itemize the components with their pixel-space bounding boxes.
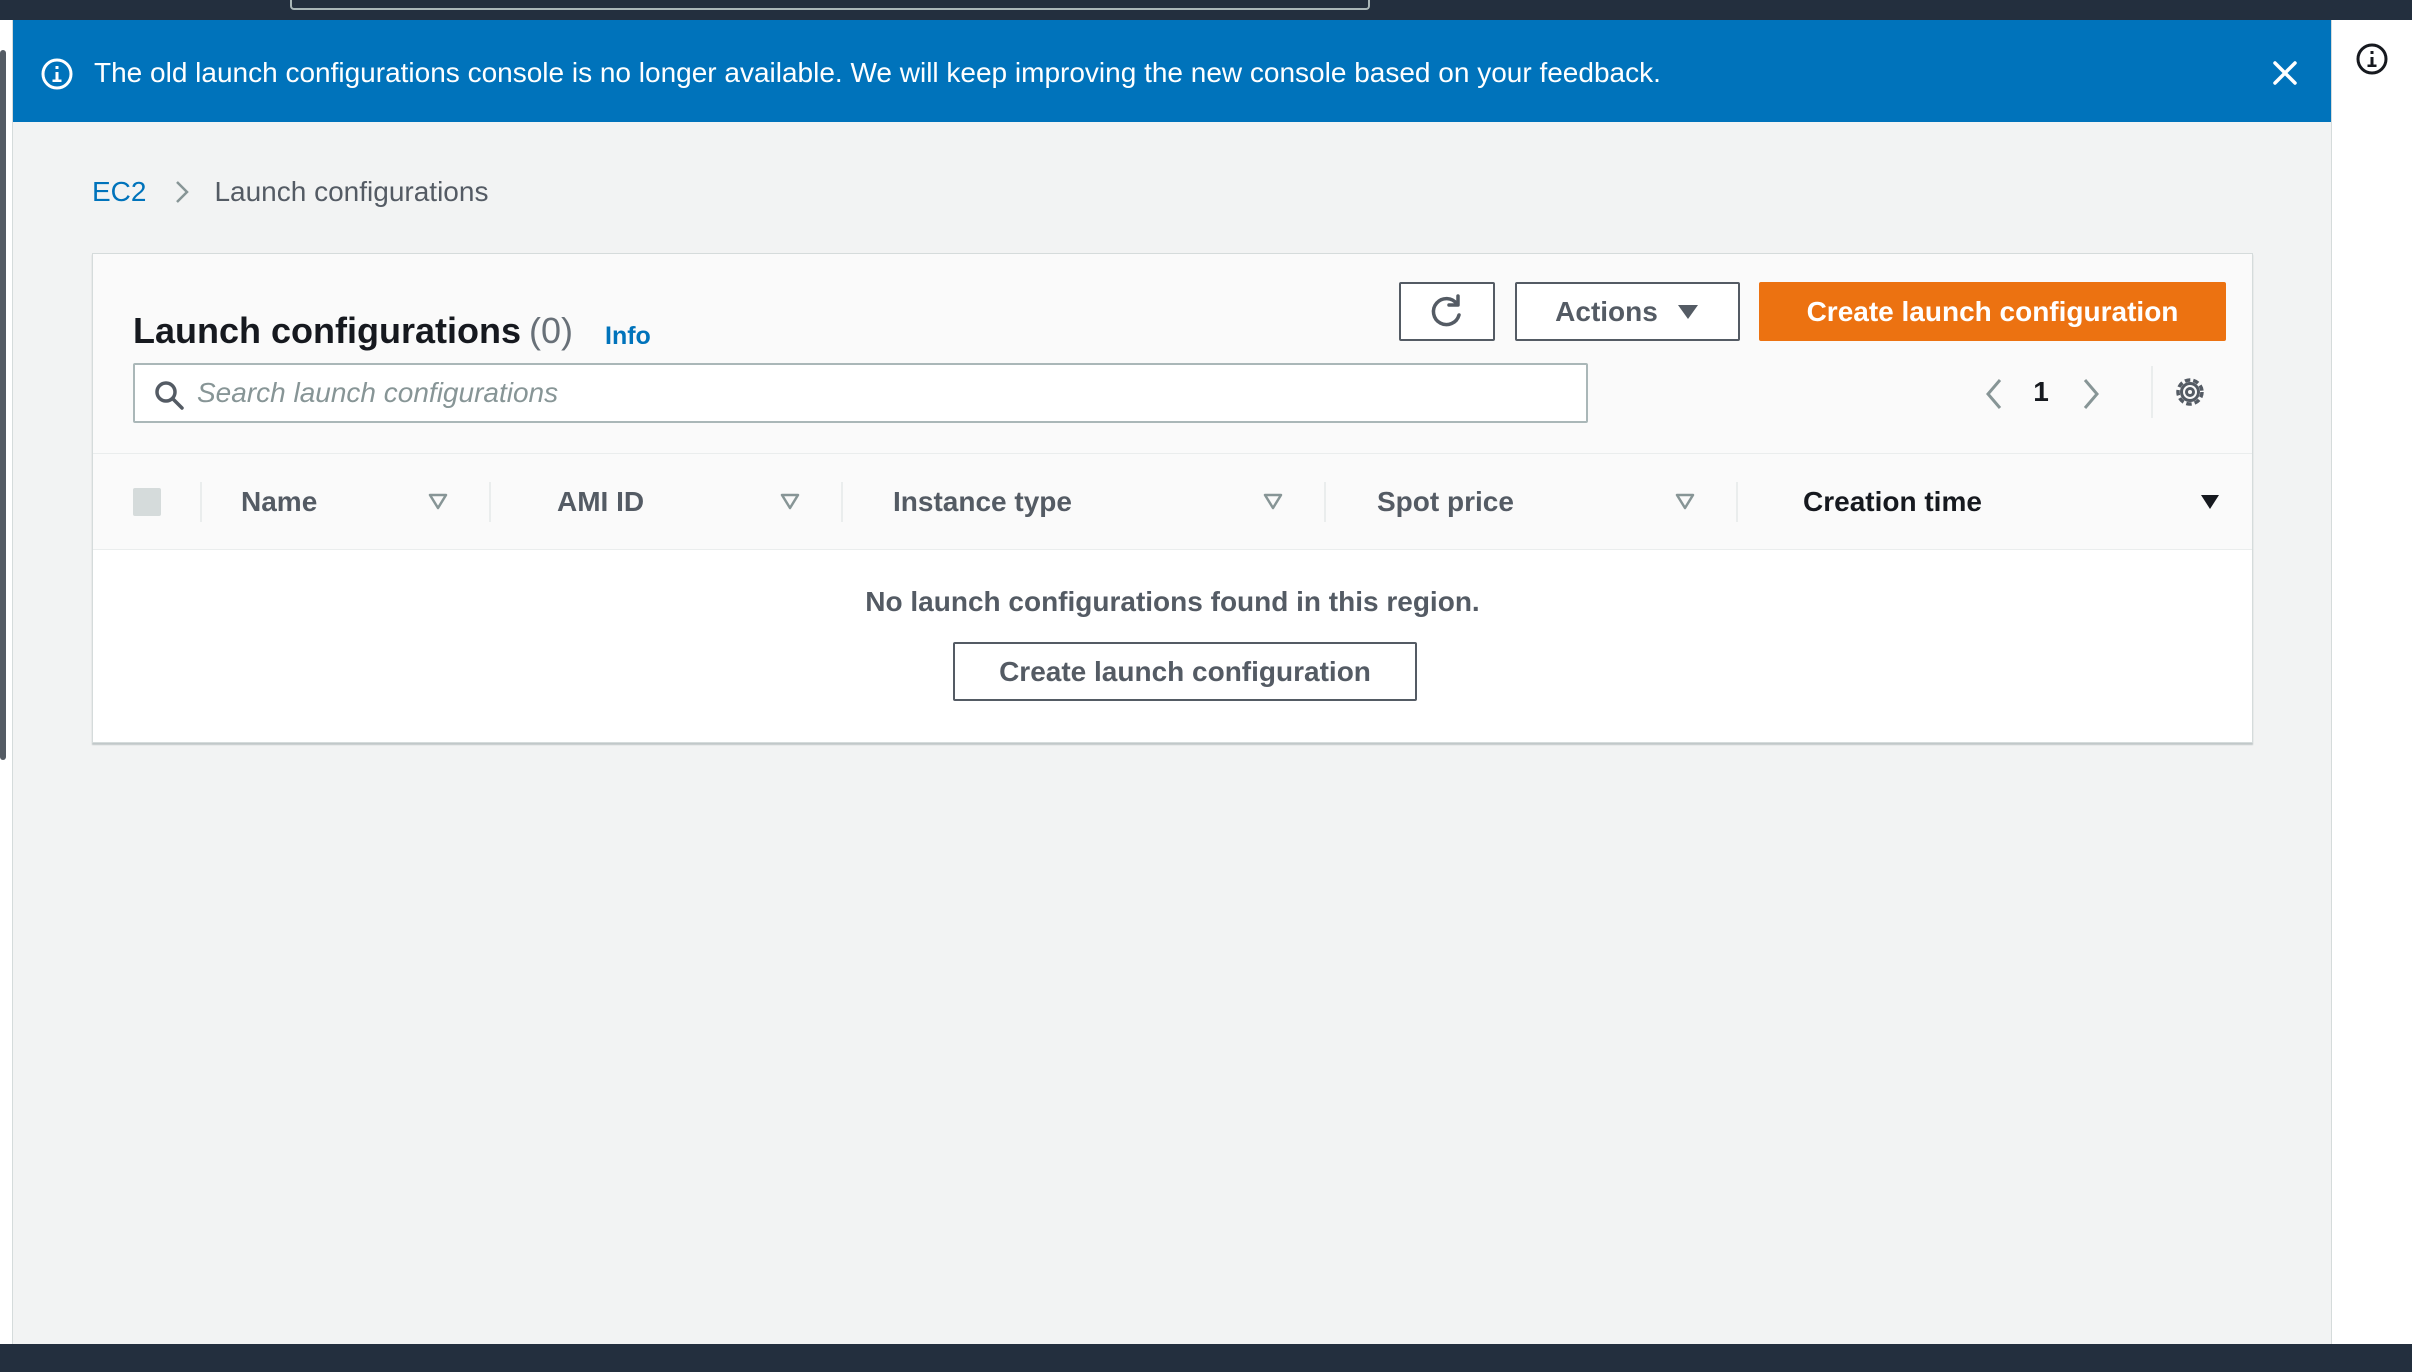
column-header-label: AMI ID: [557, 486, 645, 517]
table-header-row: Name AMI ID Instance type Spot price Cre…: [93, 454, 2252, 550]
help-panel-rail: [2331, 20, 2412, 1344]
banner-message: The old launch configurations console is…: [94, 57, 1661, 88]
sort-descending-icon: [2201, 495, 2219, 509]
column-header-spot-price[interactable]: Spot price: [1377, 454, 1696, 550]
sort-icon: [780, 493, 800, 510]
breadcrumb-ec2-link[interactable]: EC2: [92, 176, 146, 208]
close-icon[interactable]: [2266, 54, 2304, 92]
gear-icon[interactable]: [2171, 373, 2209, 411]
page-title: Launch configurations (0): [133, 310, 573, 352]
pager-divider: [2151, 366, 2153, 418]
item-count: (0): [529, 310, 574, 351]
create-launch-configuration-button[interactable]: Create launch configuration: [1759, 282, 2226, 341]
empty-state-create-button[interactable]: Create launch configuration: [953, 642, 1417, 701]
column-divider: [1736, 482, 1738, 522]
search-field[interactable]: [133, 363, 1588, 423]
column-divider: [200, 482, 202, 522]
previous-page-icon[interactable]: [1976, 374, 2012, 414]
column-header-name[interactable]: Name: [241, 454, 449, 550]
launch-configurations-table-panel: Launch configurations (0) Info Actions Cr…: [92, 253, 2253, 743]
sort-icon: [1263, 493, 1283, 510]
sort-icon: [1675, 493, 1695, 510]
column-header-label: Name: [241, 486, 318, 517]
sort-icon: [428, 493, 448, 510]
column-divider: [489, 482, 491, 522]
column-header-instance-type[interactable]: Instance type: [893, 454, 1284, 550]
next-page-icon[interactable]: [2073, 374, 2109, 414]
chevron-right-icon: [176, 181, 190, 203]
actions-label: Actions: [1555, 295, 1658, 327]
refresh-button[interactable]: [1399, 282, 1495, 341]
column-header-label: Instance type: [893, 486, 1072, 517]
info-flash-banner: The old launch configurations console is…: [13, 20, 2331, 122]
column-header-label: Spot price: [1377, 486, 1514, 517]
actions-dropdown-button[interactable]: Actions: [1515, 282, 1740, 341]
panel-title-text: Launch configurations: [133, 310, 522, 351]
column-divider: [1324, 482, 1326, 522]
search-input[interactable]: [197, 373, 1567, 413]
caret-down-icon: [1677, 304, 1698, 319]
side-navigation-collapsed[interactable]: [0, 20, 13, 1344]
breadcrumb-current: Launch configurations: [214, 176, 489, 207]
panel-header: Launch configurations (0) Info Actions Cr…: [93, 254, 2252, 454]
select-all-checkbox[interactable]: [133, 488, 161, 516]
top-navigation-bar: [0, 0, 2412, 20]
empty-state-message: No launch configurations found in this r…: [865, 586, 1480, 617]
column-header-ami-id[interactable]: AMI ID: [557, 454, 801, 550]
column-header-label: Creation time: [1803, 486, 1982, 517]
search-icon: [155, 381, 184, 410]
global-search-bar[interactable]: [290, 0, 1370, 10]
main-content: The old launch configurations console is…: [13, 20, 2331, 1344]
info-circle-icon: [41, 58, 73, 90]
column-divider: [841, 482, 843, 522]
breadcrumb: EC2 Launch configurations: [92, 172, 488, 212]
current-page-number[interactable]: 1: [2021, 372, 2061, 412]
column-header-creation-time[interactable]: Creation time: [1803, 454, 2221, 550]
side-navigation-scrollbar[interactable]: [0, 50, 6, 760]
footer-bar: [0, 1344, 2412, 1372]
info-circle-icon[interactable]: [2355, 42, 2389, 76]
refresh-icon: [1431, 293, 1461, 326]
info-link[interactable]: Info: [605, 322, 651, 351]
